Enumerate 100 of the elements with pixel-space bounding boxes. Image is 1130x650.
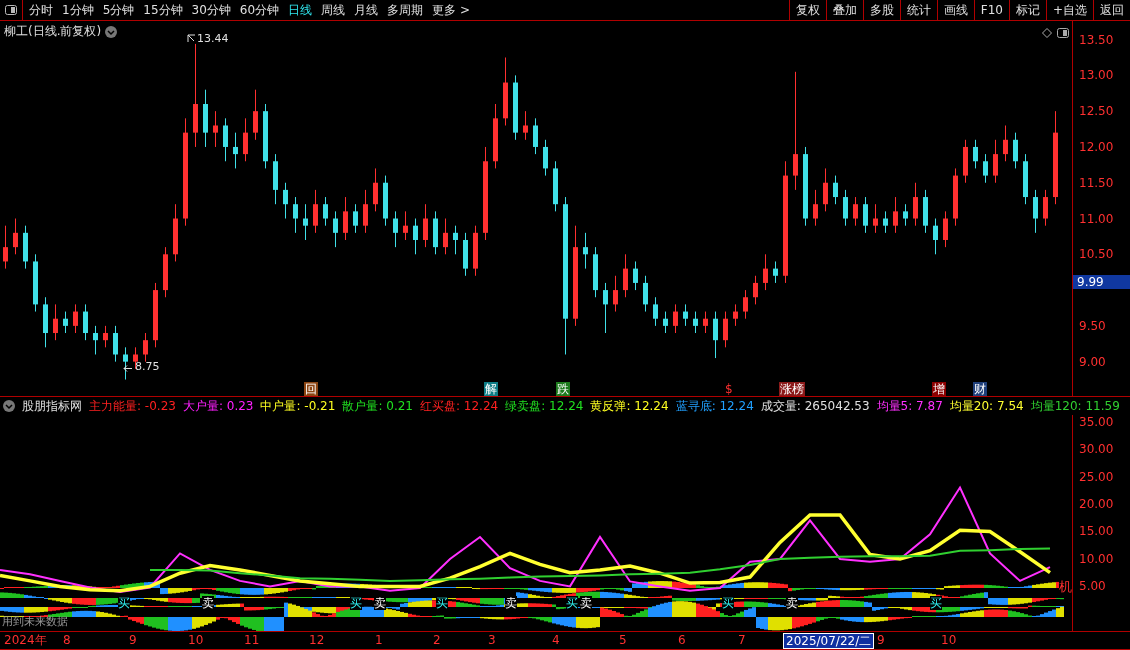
candlestick [283,182,288,220]
high-price-label: 13.44 [197,32,229,45]
indicator-reading: 均量5: 7.87 [876,397,943,415]
candlestick [53,303,58,341]
date-label: 3 [487,633,497,647]
candlestick [683,303,688,327]
period-tab[interactable]: 60分钟 [239,1,280,19]
axis-label: 20.00 [1079,497,1114,511]
indicator-reading: 成交量: 265042.53 [760,397,870,415]
period-tab[interactable]: 15分钟 [143,1,183,19]
axis-label: 11.50 [1079,175,1114,190]
axis-label: 35.00 [1079,415,1114,429]
candlestick [1033,189,1038,234]
date-label: 6 [677,633,687,647]
candlestick [893,196,898,234]
candlestick [663,311,668,334]
candlestick [943,210,948,248]
candlestick [853,196,858,227]
candlestick [903,203,908,227]
axis-label: 12.50 [1079,104,1114,119]
period-tab[interactable]: 周线 [321,1,346,19]
axis-label: 10.50 [1079,247,1114,262]
candlestick [93,325,98,355]
candlestick [613,275,618,313]
candlestick [73,303,78,334]
period-tab[interactable]: 多周期 [387,1,424,19]
current-price-tag: 9.99 [1073,275,1130,289]
candlestick [1043,189,1048,227]
candlestick [993,139,998,184]
low-price-label: 8.75 [135,360,160,373]
candlestick [623,253,628,298]
trade-signal: 卖 [505,596,517,610]
candlestick [523,110,528,141]
period-tab[interactable]: 月线 [354,1,379,19]
signal-tag: $ [724,382,734,396]
indicator-reading: 绿卖盘: 12.24 [505,397,584,415]
candlestick [113,325,118,363]
period-tab[interactable]: 分时 [29,1,53,19]
candlestick [443,218,448,255]
trade-signal: 卖 [374,596,386,610]
candlestick [143,332,148,363]
period-tab[interactable]: 日线 [288,1,313,19]
candlestick [983,153,988,184]
candlestick [3,225,8,270]
candlestick [1003,124,1008,162]
trade-signal: 买 [350,596,362,610]
candlestick [353,203,358,234]
candlestick [253,89,258,141]
candlestick [333,210,338,248]
candlestick [343,196,348,241]
signal-tag: 回 [304,382,318,396]
candlestick [653,296,658,327]
trade-signal: 卖 [786,596,798,610]
date-label: 4 [551,633,561,647]
period-tab[interactable]: 1分钟 [62,1,94,19]
candlestick [973,139,978,169]
candlestick [843,189,848,227]
candlestick [743,289,748,320]
indicator-reading: 黄反弹: 12.24 [590,397,669,415]
candlestick [223,117,228,162]
candlestick [313,189,318,234]
candlestick [813,189,818,227]
candlestick [403,210,408,241]
date-label: 2 [432,633,442,647]
flag-label: 机 [1059,578,1072,596]
indicator-reading: 散户量: 0.21 [342,397,413,415]
candlestick [913,182,918,227]
date-label: 2024年 [3,633,48,647]
axis-label: 9.00 [1079,354,1106,369]
date-label: 5 [618,633,628,647]
axis-label: 15.00 [1079,524,1114,539]
candlestick [233,132,238,169]
candlestick [423,203,428,248]
candlestick [323,196,328,227]
candlestick [243,117,248,162]
trade-signal: 买 [118,596,130,610]
axis-label: 11.00 [1079,211,1114,226]
indicator-reading: 中户量: -0.21 [260,397,336,415]
candlestick [533,117,538,155]
candlestick [413,218,418,255]
candlestick [83,303,88,341]
candlestick [1013,132,1018,169]
period-tab[interactable]: 更多 > [432,1,470,19]
candlestick [363,189,368,234]
candlestick [693,311,698,334]
candlestick [673,303,678,334]
candlestick [763,253,768,291]
candlestick [703,311,708,334]
candlestick [603,282,608,334]
period-tab[interactable]: 5分钟 [102,1,135,19]
candlestick [863,196,868,234]
axis-label: 12.00 [1079,139,1114,154]
chart-title: 柳工(日线.前复权) [4,23,102,40]
candlestick [643,275,648,313]
trade-signal: 买 [722,596,734,610]
trade-signal: 买 [930,596,942,610]
candlestick [873,203,878,234]
indicator-reading: 均量20: 7.54 [949,397,1024,415]
trade-signal: 买 [566,596,578,610]
period-tab[interactable]: 30分钟 [191,1,231,19]
